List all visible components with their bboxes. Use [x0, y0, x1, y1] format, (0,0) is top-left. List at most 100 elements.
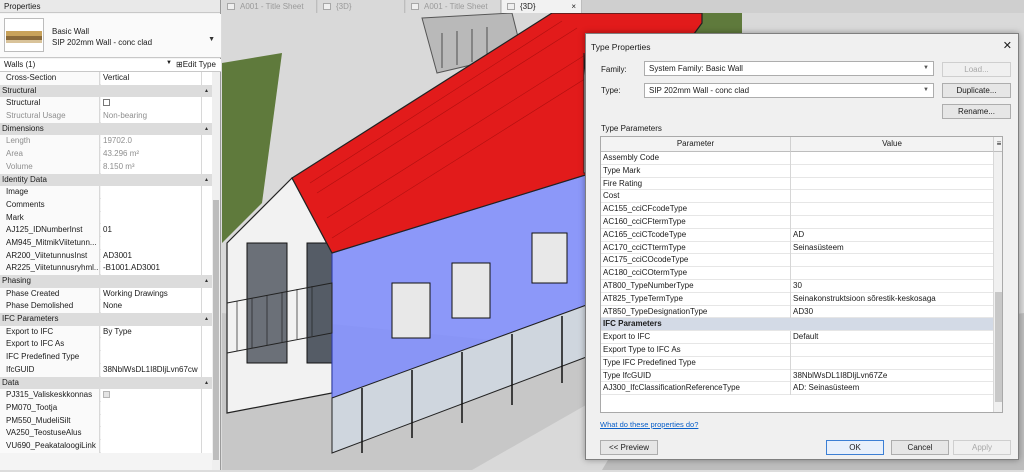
property-name: Cross-Section: [0, 72, 100, 85]
property-value[interactable]: [101, 401, 201, 415]
parameter-value[interactable]: [791, 254, 998, 267]
tab-3d[interactable]: {3D}: [318, 0, 405, 13]
type-parameters-heading: Type Parameters: [601, 124, 662, 133]
parameter-row: Type IFC Predefined Type: [601, 356, 994, 370]
collapse-icon[interactable]: ▴: [205, 313, 208, 326]
duplicate-button[interactable]: Duplicate...: [942, 83, 1011, 98]
parameter-group-header[interactable]: IFC Parameters: [601, 318, 994, 332]
parameter-value[interactable]: Seinasüsteem: [791, 242, 998, 255]
property-name: PJ315_Valiskeskkonnas: [0, 389, 100, 402]
parameter-value[interactable]: [791, 216, 998, 229]
parameter-name: AC155_cciCFcodeType: [601, 203, 791, 216]
category-header[interactable]: Identity Data ▴: [0, 173, 212, 187]
apply-button[interactable]: Apply: [953, 440, 1011, 455]
property-value[interactable]: [101, 186, 201, 199]
property-value[interactable]: [101, 414, 201, 428]
parameter-name: Export to IFC: [601, 331, 791, 344]
type-selector[interactable]: Basic Wall SIP 202mm Wall - conc clad ▼: [0, 14, 221, 58]
tab-title-sheet[interactable]: A001 - Title Sheet: [406, 0, 501, 13]
tab-3d-active[interactable]: {3D} ×: [502, 0, 582, 13]
property-value[interactable]: 38NblWsDL1I8DljLvn67cw: [101, 363, 201, 377]
category-header[interactable]: Structural ▴: [0, 84, 212, 98]
checkbox[interactable]: [103, 98, 110, 106]
collapse-icon[interactable]: ▴: [205, 123, 208, 136]
parameter-value[interactable]: [791, 178, 998, 191]
column-menu-icon[interactable]: ≡: [994, 137, 1002, 152]
parameter-value[interactable]: [791, 203, 998, 216]
load-button[interactable]: Load...: [942, 62, 1011, 77]
parameter-value[interactable]: [791, 190, 998, 203]
collapse-icon[interactable]: ▴: [205, 85, 208, 98]
parameter-value[interactable]: Seinakonstruktsioon sõrestik-keskosaga: [791, 293, 998, 306]
property-checkbox[interactable]: [101, 97, 201, 111]
preview-button[interactable]: << Preview: [600, 440, 658, 455]
parameter-value[interactable]: [791, 357, 998, 370]
property-value[interactable]: By Type: [101, 325, 201, 339]
category-header[interactable]: Dimensions ▴: [0, 122, 212, 136]
property-name: PM070_Tootja: [0, 401, 100, 415]
property-browse-cell: [201, 160, 212, 174]
property-name: Phase Demolished: [0, 300, 100, 314]
chevron-down-icon[interactable]: ▼: [208, 36, 215, 43]
collapse-icon[interactable]: ▴: [205, 174, 208, 187]
parameter-row: AT850_TypeDesignationType AD30: [601, 305, 994, 319]
property-value[interactable]: [101, 236, 201, 250]
element-filter-dropdown[interactable]: Walls (1): [2, 59, 172, 71]
chevron-down-icon[interactable]: ▼: [166, 60, 172, 66]
category-header[interactable]: Phasing ▴: [0, 275, 212, 288]
category-label: Phasing: [0, 275, 212, 288]
property-value[interactable]: -B1001.AD3001: [101, 262, 201, 275]
property-checkbox[interactable]: [101, 389, 201, 402]
property-value[interactable]: [101, 427, 201, 440]
property-browse-cell: [201, 198, 212, 212]
property-value: 8.150 m³: [101, 160, 201, 174]
property-value[interactable]: 01: [101, 224, 201, 237]
close-icon[interactable]: ×: [571, 0, 576, 13]
family-dropdown[interactable]: System Family: Basic Wall ▼: [644, 61, 934, 76]
collapse-icon[interactable]: ▴: [205, 275, 208, 288]
category-header[interactable]: Data ▴: [0, 376, 212, 390]
edit-type-button[interactable]: ⊞Edit Type: [176, 59, 216, 71]
property-row: Structural Usage Non-bearing: [0, 110, 212, 123]
property-value[interactable]: AD3001: [101, 249, 201, 263]
parameter-value[interactable]: AD: [791, 229, 998, 242]
property-value[interactable]: Vertical: [101, 72, 201, 85]
parameter-value[interactable]: 30: [791, 280, 998, 293]
parameter-name: Type IfcGUID: [601, 369, 791, 383]
parameter-name: Fire Rating: [601, 177, 791, 191]
parameter-value[interactable]: [791, 165, 998, 178]
category-label: Data: [0, 376, 212, 390]
parameter-value[interactable]: 38NblWsDL1I8DljLvn67Ze: [791, 370, 998, 383]
parameter-value[interactable]: AD: Seinasüsteem: [791, 382, 998, 395]
cancel-button[interactable]: Cancel: [891, 440, 949, 455]
property-value[interactable]: [101, 439, 201, 453]
ok-button[interactable]: OK: [826, 440, 884, 455]
parameter-value[interactable]: [791, 267, 998, 280]
properties-scrollbar[interactable]: [212, 72, 220, 470]
parameter-row: AC180_cciCOtermType: [601, 267, 994, 280]
tab-title-sheet[interactable]: A001 - Title Sheet: [222, 0, 317, 13]
parameter-name: Cost: [601, 190, 791, 204]
collapse-icon[interactable]: ▴: [205, 377, 208, 390]
property-value[interactable]: Working Drawings: [101, 287, 201, 301]
parameter-value[interactable]: [791, 152, 998, 165]
parameter-value[interactable]: AD30: [791, 306, 998, 319]
property-value[interactable]: [101, 351, 201, 364]
property-browse-cell: [201, 224, 212, 237]
property-value[interactable]: None: [101, 300, 201, 314]
property-value[interactable]: [101, 198, 201, 212]
property-value[interactable]: [101, 338, 201, 352]
table-scrollbar[interactable]: [993, 152, 1002, 412]
property-name: Export to IFC As: [0, 338, 100, 352]
type-dropdown[interactable]: SIP 202mm Wall - conc clad ▼: [644, 83, 934, 98]
category-header[interactable]: IFC Parameters ▴: [0, 313, 212, 326]
group-label: IFC Parameters: [603, 319, 662, 329]
parameter-value[interactable]: [791, 344, 998, 357]
close-icon[interactable]: ✕: [1003, 39, 1012, 52]
parameter-value[interactable]: Default: [791, 331, 998, 344]
parameter-name: Assembly Code: [601, 152, 791, 165]
help-link[interactable]: What do these properties do?: [600, 420, 698, 429]
rename-button[interactable]: Rename...: [942, 104, 1011, 119]
property-value[interactable]: [101, 211, 201, 225]
parameter-row: Fire Rating: [601, 177, 994, 191]
